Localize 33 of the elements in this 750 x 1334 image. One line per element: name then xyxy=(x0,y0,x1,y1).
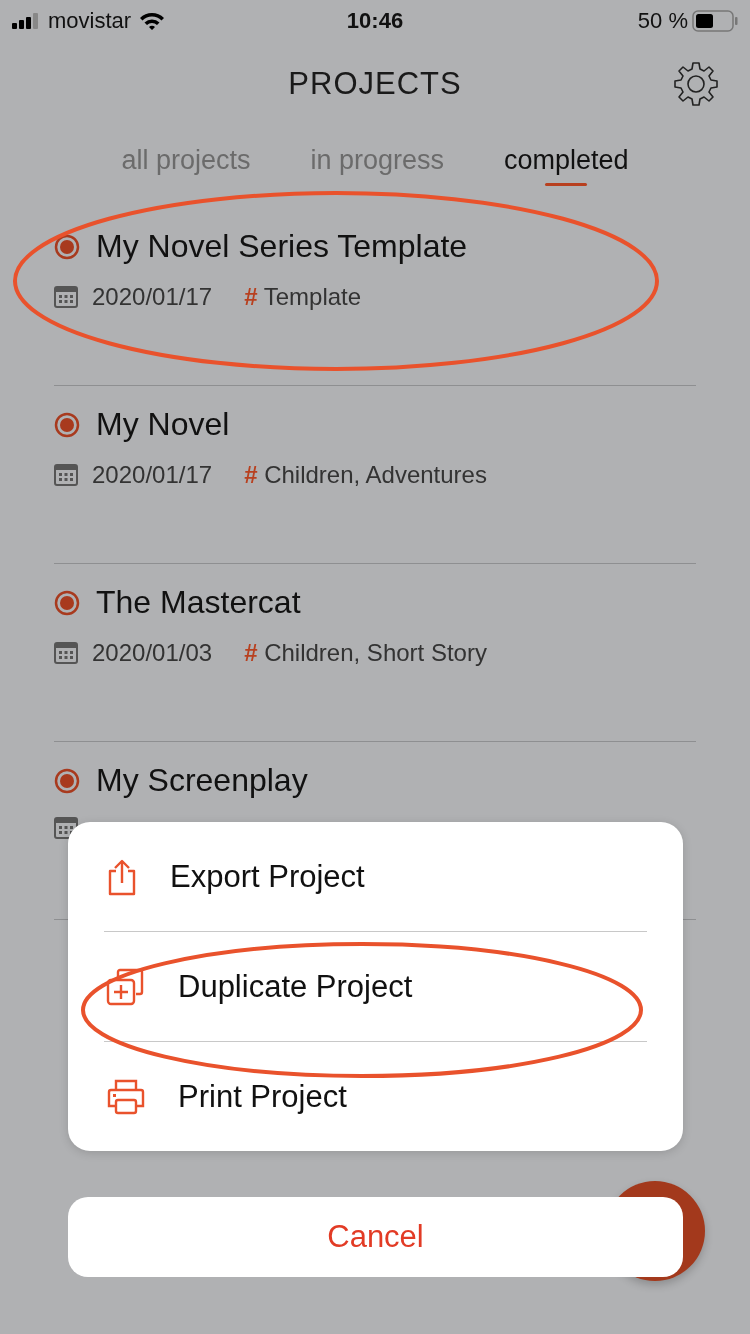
calendar-icon xyxy=(54,286,78,308)
menu-item[interactable]: Print Project xyxy=(68,1042,683,1151)
project-title[interactable]: My Screenplay xyxy=(96,762,308,799)
project-title[interactable]: My Novel Series Template xyxy=(96,228,468,265)
calendar-icon xyxy=(54,642,78,664)
cancel-menu[interactable]: Cancel xyxy=(68,1197,683,1277)
tab[interactable]: completed xyxy=(502,132,631,184)
settings-icon[interactable] xyxy=(672,60,720,108)
calendar-icon xyxy=(54,464,78,486)
duplicate-icon xyxy=(106,967,146,1006)
project-tags: # Children, Short Story xyxy=(244,639,487,667)
battery-percent: 50 % xyxy=(637,8,688,34)
printer-icon xyxy=(106,1077,146,1116)
project-tags: # Children, Adventures xyxy=(244,461,487,489)
project-date: 2020/01/17 xyxy=(92,283,213,311)
project-date: 2020/01/03 xyxy=(92,639,213,667)
status-dot-icon xyxy=(54,589,80,616)
wifi-icon xyxy=(139,11,166,31)
menu-item[interactable]: Export Project xyxy=(68,822,683,931)
carrier-name: movistar xyxy=(48,8,132,34)
page-title: PROJECTS xyxy=(288,66,462,102)
project-tags: # Template xyxy=(244,283,362,311)
status-dot-icon xyxy=(54,767,80,794)
project-title[interactable]: My Novel xyxy=(96,406,230,443)
share-icon xyxy=(106,857,138,896)
clock-time: 10:46 xyxy=(346,8,404,34)
battery-icon xyxy=(692,10,738,32)
project-date: 2020/01/17 xyxy=(92,461,213,489)
status-dot-icon xyxy=(54,411,80,438)
signal-icon xyxy=(12,13,40,29)
menu-item[interactable]: Duplicate Project xyxy=(68,932,683,1041)
status-dot-icon xyxy=(54,233,80,260)
project-title[interactable]: The Mastercat xyxy=(96,584,301,621)
